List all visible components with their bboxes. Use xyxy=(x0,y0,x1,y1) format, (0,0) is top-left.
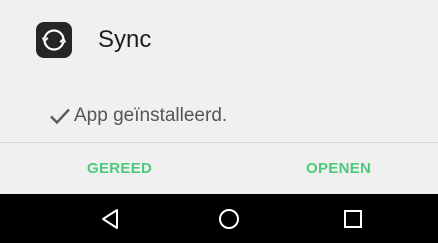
back-triangle-icon xyxy=(102,209,118,229)
sync-icon xyxy=(36,22,72,58)
install-status-text: App geïnstalleerd. xyxy=(74,105,228,126)
navigation-bar xyxy=(0,194,438,243)
install-complete-screen: Sync App geïnstalleerd. GEREED OPENEN xyxy=(0,0,438,243)
app-header: Sync xyxy=(36,22,151,58)
check-icon xyxy=(50,108,70,125)
recent-apps-square-icon xyxy=(344,210,362,228)
recent-apps-button[interactable] xyxy=(340,206,366,232)
install-content: Sync App geïnstalleerd. xyxy=(0,0,438,142)
home-button[interactable] xyxy=(216,206,242,232)
back-button[interactable] xyxy=(97,206,123,232)
action-bar: GEREED OPENEN xyxy=(0,143,438,194)
app-name: Sync xyxy=(98,26,152,53)
install-status: App geïnstalleerd. xyxy=(49,102,227,130)
home-circle-icon xyxy=(219,209,239,229)
open-button[interactable]: OPENEN xyxy=(306,143,371,194)
done-button[interactable]: GEREED xyxy=(87,143,152,194)
